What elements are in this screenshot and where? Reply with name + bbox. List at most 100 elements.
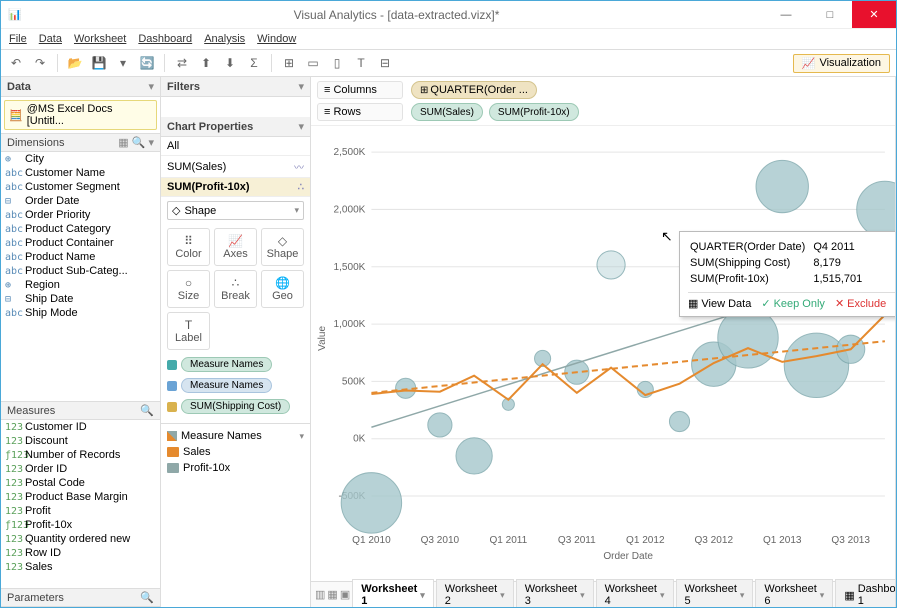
measure-field[interactable]: 123Sales [1,560,160,574]
encoding-row[interactable]: SUM(Shipping Cost) [161,396,310,417]
undo-icon[interactable]: ↶ [7,54,25,72]
abc-icon[interactable]: T [352,54,370,72]
swap-icon[interactable]: ⇄ [173,54,191,72]
marks-card-axes[interactable]: 📈Axes [214,228,257,266]
svg-text:1,500K: 1,500K [334,262,366,273]
measure-field[interactable]: 123Discount [1,434,160,448]
keep-only-link[interactable]: ✓ Keep Only [761,297,825,310]
chart-canvas[interactable]: -500K0K500K1,000K1,500K2,000K2,500KQ1 20… [311,126,895,581]
refresh-icon[interactable]: 🔄 [138,54,156,72]
columns-pill[interactable]: ⊞ QUARTER(Order ... [411,81,537,99]
menu-window[interactable]: Window [257,33,296,45]
dimension-field[interactable]: ⊕Region [1,278,160,292]
save-dropdown-icon[interactable]: ▾ [114,54,132,72]
chevron-down-icon[interactable]: ▾ [148,80,154,93]
encoding-row[interactable]: Measure Names [161,354,310,375]
marks-card-geo[interactable]: 🌐Geo [261,270,304,308]
toggle1-icon[interactable]: ▭ [304,54,322,72]
app-icon: 📊 [1,8,29,21]
totals-icon[interactable]: Σ [245,54,263,72]
maximize-button[interactable]: □ [808,1,852,28]
measure-field[interactable]: 123Customer ID [1,420,160,434]
tab-dashboard-1[interactable]: ▦ Dashboard 1 ▾ [835,579,896,607]
marks-card-label[interactable]: TLabel [167,312,210,350]
measure-field[interactable]: ƒ123Profit-10x [1,518,160,532]
redo-icon[interactable]: ↷ [31,54,49,72]
legend-item[interactable]: Sales [167,444,304,460]
legend-title[interactable]: Measure Names [167,428,304,444]
dimension-field[interactable]: abcProduct Name [1,250,160,264]
dimension-field[interactable]: abcProduct Category [1,222,160,236]
visualization-button[interactable]: 📈 Visualization [793,54,890,73]
tab-worksheet-1[interactable]: Worksheet 1 ▾ [352,579,434,607]
chevron-down-icon[interactable]: ▾ [298,120,304,133]
measure-field[interactable]: 123Row ID [1,546,160,560]
tab-worksheet-5[interactable]: Worksheet 5 ▾ [676,579,754,607]
measure-field[interactable]: 123Product Base Margin [1,490,160,504]
marks-card-break[interactable]: ∴Break [214,270,257,308]
toggle2-icon[interactable]: ▯ [328,54,346,72]
sort-asc-icon[interactable]: ⬆ [197,54,215,72]
tab-worksheet-2[interactable]: Worksheet 2 ▾ [436,579,514,607]
marks-card-size[interactable]: ○Size [167,270,210,308]
dimension-field[interactable]: abcOrder Priority [1,208,160,222]
dimension-field[interactable]: abcCustomer Segment [1,180,160,194]
search-icon[interactable]: 🔍 [132,137,146,149]
svg-text:Order Date: Order Date [603,551,653,562]
svg-text:Q1 2011: Q1 2011 [489,535,527,546]
svg-text:2,000K: 2,000K [334,204,366,215]
chartprops-all[interactable]: All [161,137,310,156]
measure-field[interactable]: 123Profit [1,504,160,518]
search-icon[interactable]: 🔍 [140,591,154,604]
dimensions-list: ⊕CityabcCustomer NameabcCustomer Segment… [1,152,160,401]
chartprops-profit[interactable]: SUM(Profit-10x)∴ [161,178,310,197]
filters-header: Filters ▾ [161,77,310,97]
tab-worksheet-4[interactable]: Worksheet 4 ▾ [596,579,674,607]
search-icon[interactable]: 🔍 [140,404,154,417]
measure-field[interactable]: 123Postal Code [1,476,160,490]
view-data-link[interactable]: ▦ View Data [688,297,751,310]
menu-dashboard[interactable]: Dashboard [138,33,192,45]
dimension-field[interactable]: ⊕City [1,152,160,166]
tab-worksheet-3[interactable]: Worksheet 3 ▾ [516,579,594,607]
menu-worksheet[interactable]: Worksheet [74,33,126,45]
save-icon[interactable]: 💾 [90,54,108,72]
menu-data[interactable]: Data [39,33,62,45]
exclude-link[interactable]: ✕ Exclude [835,297,886,310]
new-sheet-icon-2[interactable]: ▦ [327,588,337,601]
dimension-field[interactable]: abcProduct Container [1,236,160,250]
open-icon[interactable]: 📂 [66,54,84,72]
legend-item[interactable]: Profit-10x [167,460,304,476]
tab-worksheet-6[interactable]: Worksheet 6 ▾ [755,579,833,607]
dimension-field[interactable]: ⊟Ship Date [1,292,160,306]
menu-file[interactable]: File [9,33,27,45]
new-dashboard-icon[interactable]: ▣ [340,588,350,601]
dimension-field[interactable]: abcCustomer Name [1,166,160,180]
new-sheet-icon[interactable]: ▥ [315,588,325,601]
chartprops-sales[interactable]: SUM(Sales)〰 [161,156,310,178]
svg-text:Q3 2013: Q3 2013 [831,535,870,546]
grid-icon[interactable]: ▦ [118,137,128,149]
filter-dropdown-icon[interactable]: ▾ [298,80,304,93]
close-button[interactable]: ✕ [852,1,896,28]
measure-field[interactable]: 123Order ID [1,462,160,476]
marks-card-color[interactable]: ⠿Color [167,228,210,266]
measure-field[interactable]: ƒ123Number of Records [1,448,160,462]
menu-analysis[interactable]: Analysis [204,33,245,45]
dimension-field[interactable]: abcShip Mode [1,306,160,320]
rows-pill-profit[interactable]: SUM(Profit-10x) [489,103,579,121]
rows-pill-sales[interactable]: SUM(Sales) [411,103,483,121]
svg-text:500K: 500K [342,376,366,387]
marktype-select[interactable]: ◇ Shape [167,201,304,220]
measure-field[interactable]: 123Quantity ordered new [1,532,160,546]
datasource-item[interactable]: 🧮 @MS Excel Docs [Untitl... [4,100,157,130]
layout-icon[interactable]: ⊟ [376,54,394,72]
sort-desc-icon[interactable]: ⬇ [221,54,239,72]
dimension-field[interactable]: ⊟Order Date [1,194,160,208]
dimension-field[interactable]: abcProduct Sub-Categ... [1,264,160,278]
minimize-button[interactable]: — [764,1,808,28]
group-icon[interactable]: ⊞ [280,54,298,72]
marks-card-shape[interactable]: ◇Shape [261,228,304,266]
data-panel-header: Data ▾ [1,77,160,97]
encoding-row[interactable]: Measure Names [161,375,310,396]
